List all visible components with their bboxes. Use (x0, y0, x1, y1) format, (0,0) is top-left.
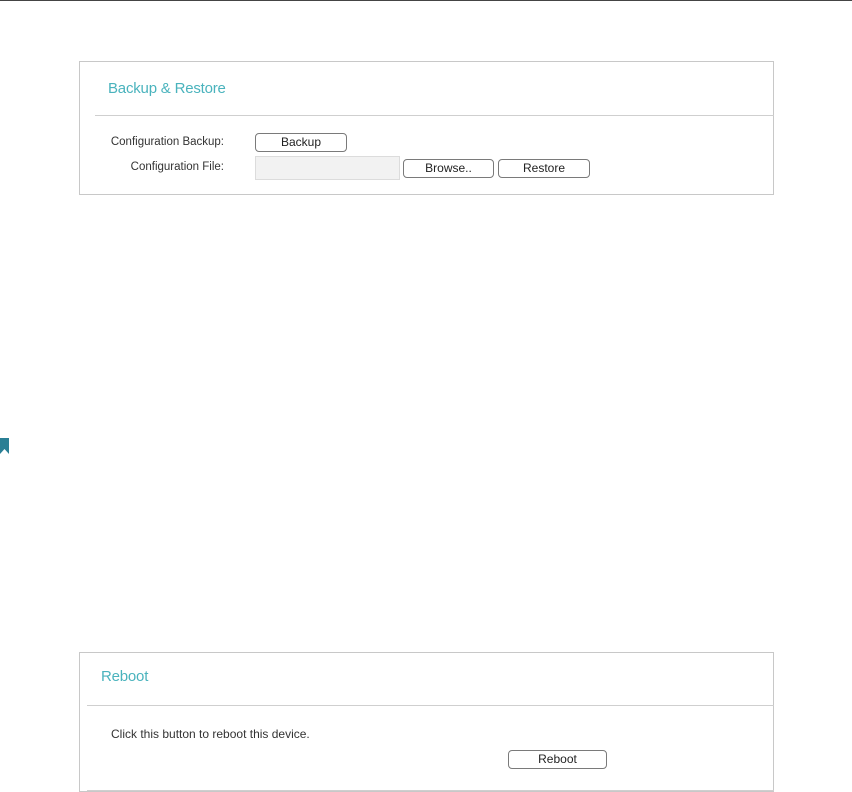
top-divider (0, 0, 852, 1)
backup-restore-title: Backup & Restore (108, 80, 226, 97)
panel-divider (95, 115, 774, 116)
backup-button[interactable]: Backup (255, 133, 347, 152)
restore-button[interactable]: Restore (498, 159, 590, 178)
reboot-button[interactable]: Reboot (508, 750, 607, 769)
config-file-label: Configuration File: (130, 161, 224, 173)
config-backup-label: Configuration Backup: (110, 136, 224, 148)
config-file-input[interactable] (255, 156, 400, 180)
backup-restore-panel: Backup & Restore Configuration Backup: B… (79, 61, 774, 195)
reboot-panel: Reboot Click this button to reboot this … (79, 652, 774, 792)
panel-divider (87, 705, 774, 706)
reboot-description: Click this button to reboot this device. (111, 727, 310, 741)
panel-bottom-divider (87, 790, 774, 791)
bookmark-icon (0, 438, 9, 454)
browse-button[interactable]: Browse.. (403, 159, 494, 178)
reboot-title: Reboot (101, 668, 149, 685)
